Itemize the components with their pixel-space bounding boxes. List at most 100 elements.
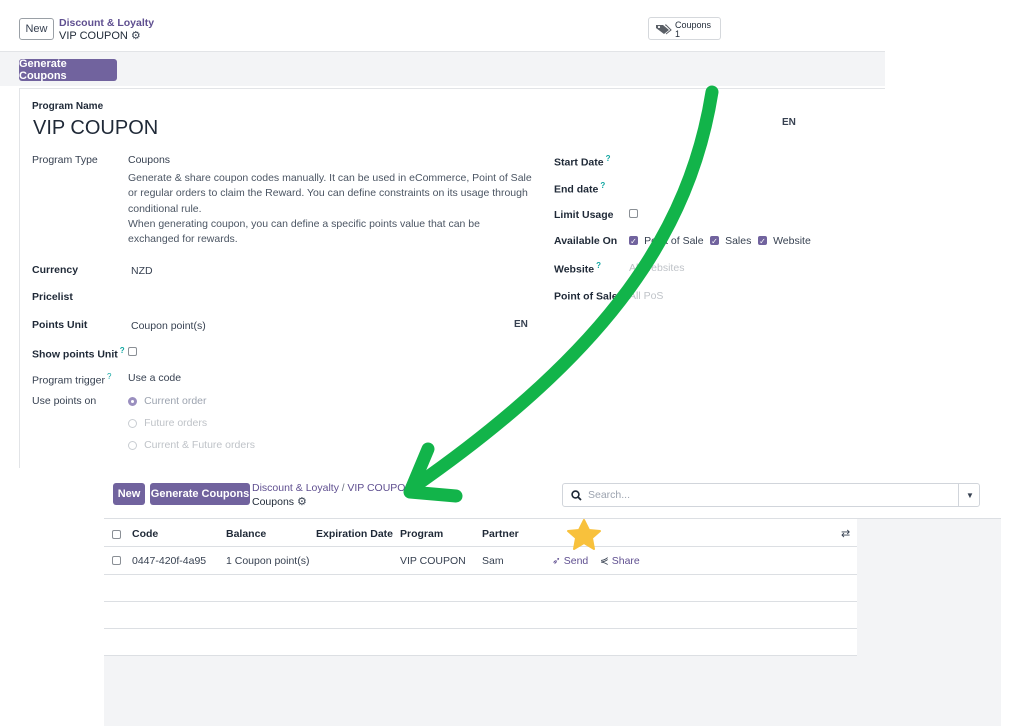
program-trigger-text: Program trigger bbox=[32, 374, 105, 387]
share-icon: ⋞ bbox=[600, 555, 609, 567]
column-header-code[interactable]: Code bbox=[132, 528, 158, 540]
gear-icon[interactable]: ⚙ bbox=[131, 30, 141, 42]
paper-plane-icon: ➶ bbox=[552, 555, 561, 567]
cell-program: VIP COUPON bbox=[400, 555, 466, 567]
column-header-expiration[interactable]: Expiration Date bbox=[316, 528, 393, 540]
radio-icon bbox=[128, 440, 137, 450]
breadcrumb-current-label: VIP COUPON bbox=[59, 30, 128, 42]
checkbox-checked-icon: ✓ bbox=[629, 236, 638, 246]
breadcrumb-current: Coupons ⚙ bbox=[252, 495, 307, 508]
send-button[interactable]: ➶ Send bbox=[552, 555, 588, 567]
breadcrumb: Discount & Loyalty / VIP COUPON bbox=[252, 482, 413, 494]
cell-partner: Sam bbox=[482, 555, 504, 567]
table-body bbox=[104, 519, 857, 655]
limit-usage-label: Limit Usage bbox=[554, 209, 614, 221]
points-unit-field[interactable]: Coupon point(s) bbox=[131, 320, 206, 332]
row-divider bbox=[104, 601, 857, 602]
pricelist-label: Pricelist bbox=[32, 291, 73, 303]
search-dropdown-toggle[interactable]: ▼ bbox=[958, 483, 981, 507]
generate-coupons-button[interactable]: Generate Coupons bbox=[150, 483, 250, 505]
share-button[interactable]: ⋞ Share bbox=[600, 555, 640, 567]
website-field[interactable]: All websites bbox=[629, 262, 684, 274]
table-row[interactable]: 0447-420f-4a95 1 Coupon point(s) VIP COU… bbox=[104, 547, 857, 574]
smart-button-count: 1 bbox=[675, 29, 681, 39]
show-points-unit-checkbox[interactable] bbox=[128, 347, 137, 356]
program-type-value[interactable]: Coupons bbox=[128, 154, 170, 166]
form-statusbar bbox=[0, 52, 885, 86]
program-type-description: Generate & share coupon codes manually. … bbox=[128, 172, 532, 215]
program-name-field[interactable]: VIP COUPON bbox=[33, 117, 158, 140]
optional-columns-icon[interactable]: ⇄ bbox=[841, 527, 850, 540]
new-coupon-button[interactable]: New bbox=[113, 483, 145, 505]
smart-button-label: Coupons bbox=[675, 20, 712, 30]
program-trigger-value[interactable]: Use a code bbox=[128, 372, 181, 384]
help-icon[interactable]: ? bbox=[620, 288, 625, 297]
option-label: Sales bbox=[725, 235, 752, 247]
program-name-label: Program Name bbox=[32, 101, 104, 112]
row-divider bbox=[104, 655, 857, 656]
column-header-partner[interactable]: Partner bbox=[482, 528, 519, 540]
available-on-pos[interactable]: ✓ Point of Sale bbox=[629, 235, 704, 247]
currency-field[interactable]: NZD bbox=[131, 265, 153, 277]
help-icon[interactable]: ? bbox=[120, 346, 125, 355]
search-input[interactable]: Search... ▼ bbox=[562, 483, 980, 507]
select-all-checkbox[interactable] bbox=[112, 530, 121, 539]
program-type-label: Program Type bbox=[32, 154, 98, 166]
caret-down-icon: ▼ bbox=[966, 490, 974, 500]
available-on-website[interactable]: ✓ Website bbox=[758, 235, 811, 247]
radio-selected-icon bbox=[128, 396, 137, 406]
use-points-option-future[interactable]: Future orders bbox=[128, 417, 207, 429]
breadcrumb-current-label: Coupons bbox=[252, 496, 295, 508]
point-of-sale-field[interactable]: All PoS bbox=[629, 290, 663, 302]
website-text: Website bbox=[554, 263, 595, 276]
gear-icon[interactable]: ⚙ bbox=[297, 496, 307, 508]
breadcrumb-program[interactable]: VIP COUPON bbox=[347, 482, 413, 494]
point-of-sale-text: Point of Sale bbox=[554, 290, 618, 303]
search-icon bbox=[571, 490, 582, 501]
program-form-view: New Discount & Loyalty VIP COUPON ⚙ Coupo… bbox=[0, 0, 885, 468]
share-label: Share bbox=[611, 555, 640, 567]
website-label: Website? bbox=[554, 261, 601, 276]
help-icon[interactable]: ? bbox=[606, 154, 611, 163]
send-label: Send bbox=[563, 555, 589, 567]
use-points-option-both[interactable]: Current & Future orders bbox=[128, 439, 255, 451]
currency-label: Currency bbox=[32, 264, 79, 276]
start-date-label: Start Date? bbox=[554, 154, 611, 169]
generate-coupons-button[interactable]: Generate Coupons bbox=[19, 58, 117, 82]
help-icon[interactable]: ? bbox=[596, 261, 601, 270]
checkbox-checked-icon: ✓ bbox=[758, 236, 767, 246]
breadcrumb-parent[interactable]: Discount & Loyalty bbox=[252, 482, 339, 494]
breadcrumb-parent[interactable]: Discount & Loyalty bbox=[59, 17, 154, 29]
cell-code: 0447-420f-4a95 bbox=[132, 555, 207, 567]
row-divider bbox=[104, 574, 857, 575]
program-type-description-2: When generating coupon, you can define a… bbox=[128, 218, 480, 246]
use-points-option-current[interactable]: Current order bbox=[128, 395, 207, 407]
row-checkbox[interactable] bbox=[112, 556, 121, 565]
row-divider bbox=[104, 628, 857, 629]
points-unit-language-badge[interactable]: EN bbox=[514, 319, 528, 330]
coupons-smart-button[interactable]: Coupons 1 bbox=[648, 17, 721, 40]
form-sheet bbox=[19, 88, 885, 468]
breadcrumb-separator: / bbox=[341, 483, 345, 494]
tags-icon bbox=[656, 24, 672, 35]
point-of-sale-label: Point of Sale? bbox=[554, 288, 624, 303]
available-on-sales[interactable]: ✓ Sales bbox=[710, 235, 751, 247]
coupons-list-view: New Generate Coupons Discount & Loyalty … bbox=[104, 468, 1001, 726]
language-badge[interactable]: EN bbox=[782, 117, 796, 128]
option-label: Point of Sale bbox=[644, 235, 704, 247]
end-date-text: End date bbox=[554, 183, 599, 196]
end-date-label: End date? bbox=[554, 181, 605, 196]
help-icon[interactable]: ? bbox=[600, 181, 605, 190]
show-points-unit-text: Show points Unit bbox=[32, 348, 118, 361]
radio-icon bbox=[128, 418, 137, 428]
option-label: Current order bbox=[144, 395, 207, 408]
new-button[interactable]: New bbox=[19, 18, 54, 40]
column-header-balance[interactable]: Balance bbox=[226, 528, 266, 540]
show-points-unit-label: Show points Unit? bbox=[32, 346, 125, 361]
help-icon[interactable]: ? bbox=[107, 372, 111, 381]
start-date-text: Start Date bbox=[554, 156, 604, 169]
breadcrumb-current: VIP COUPON ⚙ bbox=[59, 29, 141, 42]
limit-usage-checkbox[interactable] bbox=[629, 209, 638, 218]
option-label: Current & Future orders bbox=[144, 439, 255, 452]
column-header-program[interactable]: Program bbox=[400, 528, 443, 540]
